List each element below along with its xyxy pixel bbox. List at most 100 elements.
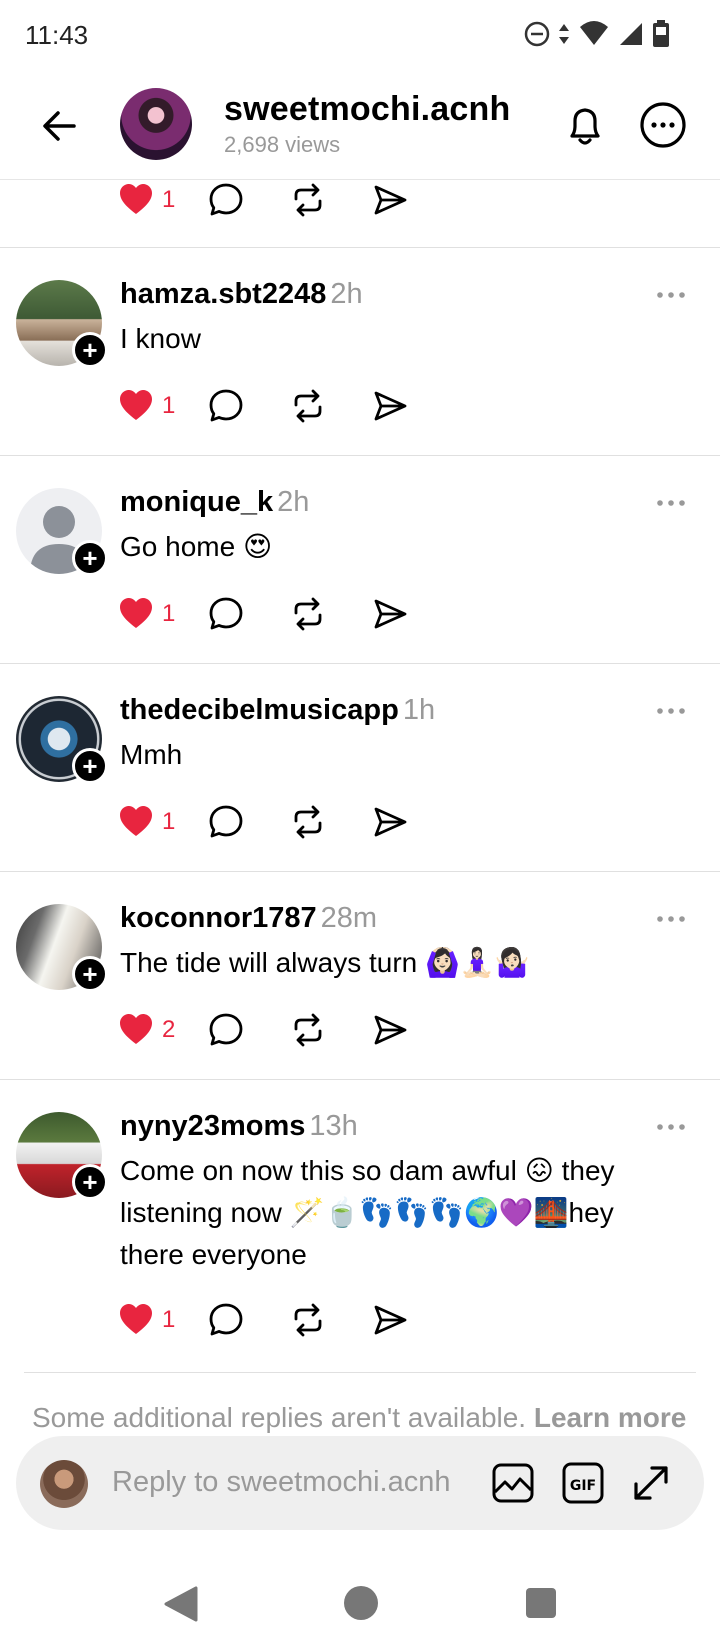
follow-plus-icon[interactable]: + — [72, 748, 108, 784]
reply-text: I know — [120, 323, 201, 354]
username-text[interactable]: thedecibelmusicapp — [120, 694, 399, 726]
comment-button[interactable] — [208, 388, 244, 424]
repost-button[interactable] — [290, 182, 326, 218]
repost-icon — [294, 805, 322, 839]
share-button[interactable] — [372, 1012, 408, 1048]
reply-username[interactable]: thedecibelmusicapp 1h — [120, 694, 435, 727]
header-title[interactable]: sweetmochi.acnh — [224, 90, 510, 129]
header-avatar[interactable] — [120, 88, 192, 160]
like-button[interactable]: 1 — [118, 1302, 200, 1338]
more-circle-icon — [640, 102, 686, 148]
follow-plus-icon[interactable]: + — [72, 1164, 108, 1200]
repost-button[interactable] — [290, 1302, 326, 1338]
send-icon — [374, 807, 407, 837]
unavailable-replies-notice: Some additional replies aren't available… — [32, 1402, 686, 1434]
send-icon — [374, 391, 407, 421]
send-icon — [374, 185, 407, 215]
reply-time: 28m — [320, 902, 378, 934]
share-button[interactable] — [372, 388, 408, 424]
reply-more-icon[interactable] — [656, 290, 686, 300]
username-text[interactable]: nyny23moms — [120, 1110, 305, 1142]
share-button[interactable] — [372, 1302, 408, 1338]
comment-icon — [209, 183, 243, 216]
notifications-button[interactable] — [560, 100, 610, 150]
reply-username[interactable]: hamza.sbt2248 2h — [120, 278, 363, 311]
reply-item[interactable]: + thedecibelmusicapp 1h Mmh 1 — [0, 664, 720, 872]
more-options-button[interactable] — [638, 100, 688, 150]
share-button[interactable] — [372, 182, 408, 218]
heart-filled-icon — [120, 598, 152, 628]
reply-item[interactable]: + nyny23moms 13h Come on now this so dam … — [0, 1080, 720, 1372]
comment-button[interactable] — [208, 1302, 244, 1338]
comment-icon — [209, 597, 243, 630]
like-count: 1 — [162, 186, 176, 213]
reply-username[interactable]: monique_k 2h — [120, 486, 309, 519]
comment-icon — [209, 805, 243, 838]
like-count: 2 — [162, 1016, 176, 1043]
action-bar: 1 — [118, 180, 408, 220]
reply-item[interactable]: + hamza.sbt2248 2h I know 1 — [0, 248, 720, 456]
battery-icon — [653, 20, 669, 47]
follow-plus-icon[interactable]: + — [72, 956, 108, 992]
svg-text:GIF: GIF — [570, 1478, 596, 1494]
reply-username[interactable]: nyny23moms 13h — [120, 1110, 358, 1143]
username-text[interactable]: koconnor1787 — [120, 902, 317, 934]
learn-more-link[interactable]: Learn more — [534, 1402, 687, 1433]
heart-filled-icon — [120, 1014, 152, 1044]
username-text[interactable]: monique_k — [120, 486, 273, 518]
back-arrow-icon — [43, 111, 76, 141]
username-text[interactable]: hamza.sbt2248 — [120, 278, 326, 310]
back-button[interactable] — [36, 102, 84, 150]
reply-item[interactable]: + koconnor1787 28m The tide will always t… — [0, 872, 720, 1080]
reply-username[interactable]: koconnor1787 28m — [120, 902, 377, 935]
comment-button[interactable] — [208, 1012, 244, 1048]
action-bar: 2 — [118, 1010, 408, 1050]
comment-icon — [209, 1013, 243, 1046]
data-arrows-icon — [559, 24, 569, 44]
reply-time: 1h — [402, 694, 436, 726]
gif-icon[interactable]: GIF — [560, 1460, 606, 1506]
like-count: 1 — [162, 808, 176, 835]
share-button[interactable] — [372, 804, 408, 840]
reply-text: Go home 😍 — [120, 531, 273, 562]
reply-more-icon[interactable] — [656, 914, 686, 924]
like-button[interactable]: 1 — [118, 182, 200, 218]
comment-button[interactable] — [208, 182, 244, 218]
share-button[interactable] — [372, 596, 408, 632]
status-bar: 11:43 — [0, 0, 720, 72]
header-views: 2,698 views — [224, 132, 341, 157]
follow-plus-icon[interactable]: + — [72, 540, 108, 576]
image-icon[interactable] — [490, 1460, 536, 1506]
nav-recents-icon[interactable] — [524, 1586, 558, 1620]
repost-icon — [294, 389, 322, 423]
send-icon — [374, 599, 407, 629]
reply-item[interactable]: + monique_k 2h Go home 😍 1 — [0, 456, 720, 664]
reply-time: 2h — [277, 486, 310, 518]
reply-more-icon[interactable] — [656, 1122, 686, 1132]
like-button[interactable]: 1 — [118, 596, 200, 632]
reply-composer[interactable]: Reply to sweetmochi.acnh GIF — [16, 1436, 704, 1530]
follow-plus-icon[interactable]: + — [72, 332, 108, 368]
reply-more-icon[interactable] — [656, 498, 686, 508]
action-bar: 1 — [118, 594, 408, 634]
like-button[interactable]: 2 — [118, 1012, 200, 1048]
expand-icon[interactable] — [628, 1460, 674, 1506]
nav-back-icon[interactable] — [162, 1584, 198, 1624]
action-bar: 1 — [118, 1300, 408, 1340]
repost-button[interactable] — [290, 388, 326, 424]
comment-button[interactable] — [208, 596, 244, 632]
comment-icon — [209, 389, 243, 422]
repost-button[interactable] — [290, 596, 326, 632]
repost-button[interactable] — [290, 1012, 326, 1048]
comment-button[interactable] — [208, 804, 244, 840]
nav-home-icon[interactable] — [342, 1584, 380, 1622]
reply-text: Mmh — [120, 739, 183, 770]
like-button[interactable]: 1 — [118, 804, 200, 840]
action-bar: 1 — [118, 802, 408, 842]
system-nav-bar — [0, 1560, 720, 1650]
reply-more-icon[interactable] — [656, 706, 686, 716]
reply-input[interactable]: Reply to sweetmochi.acnh — [112, 1466, 451, 1499]
like-button[interactable]: 1 — [118, 388, 200, 424]
repost-button[interactable] — [290, 804, 326, 840]
composer-avatar — [40, 1460, 88, 1508]
